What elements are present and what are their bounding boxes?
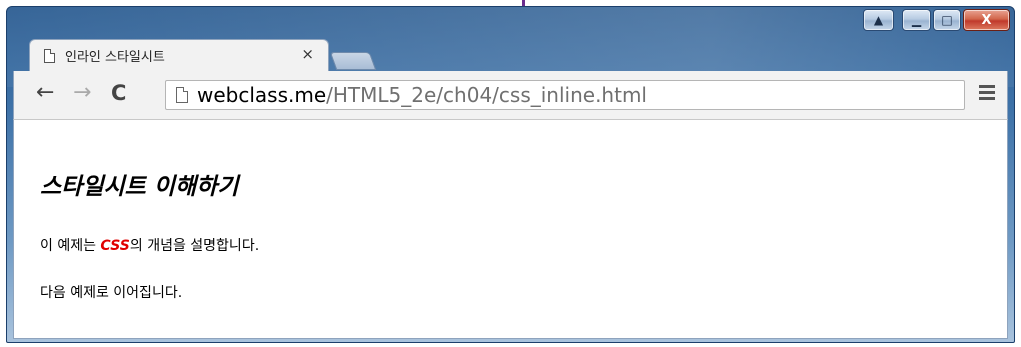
minimize-icon: ▁ [911, 13, 922, 27]
page-icon [44, 48, 55, 63]
page-content: 스타일시트 이해하기 이 예제는 CSS의 개념을 설명합니다. 다음 예제로 … [13, 119, 1008, 339]
back-icon[interactable]: ← [36, 81, 54, 105]
close-icon: X [981, 12, 992, 28]
minimize-button[interactable]: ▁ [902, 9, 931, 31]
para1-text-end: 의 개념을 설명합니다. [129, 238, 260, 254]
page-heading: 스타일시트 이해하기 [40, 174, 239, 200]
user-button[interactable]: ▲ [863, 9, 894, 31]
menu-button[interactable] [979, 85, 995, 103]
para1-text-start: 이 예제는 [40, 238, 101, 254]
paragraph-1: 이 예제는 CSS의 개념을 설명합니다. [40, 235, 259, 255]
tab-active[interactable]: 인라인 스타일시트 × [29, 39, 329, 71]
close-window-button[interactable]: X [963, 9, 1010, 31]
page-icon [176, 87, 188, 103]
paragraph-2: 다음 예제로 이어집니다. [40, 285, 183, 301]
caption-buttons: ▲ ▁ □ X [863, 9, 1010, 33]
hamburger-icon-line [979, 85, 995, 88]
address-bar[interactable]: webclass.me/HTML5_2e/ch04/css_inline.htm… [165, 80, 965, 110]
url-text[interactable]: webclass.me/HTML5_2e/ch04/css_inline.htm… [197, 83, 647, 107]
reload-icon[interactable]: C [111, 81, 126, 105]
hamburger-icon-line [979, 97, 995, 100]
toolbar: ← → C webclass.me/HTML5_2e/ch04/css_inli… [13, 71, 1008, 119]
maximize-icon: □ [941, 13, 953, 27]
maximize-button[interactable]: □ [933, 9, 961, 31]
tab-title: 인라인 스타일시트 [65, 50, 165, 65]
forward-icon[interactable]: → [73, 81, 91, 105]
user-icon: ▲ [873, 13, 884, 27]
tab-close-icon[interactable]: × [301, 47, 314, 62]
url-domain: webclass.me [197, 83, 327, 107]
new-tab-button[interactable] [329, 52, 377, 70]
browser-window: ▲ ▁ □ X 인라인 스타일시트 × ← → C webclass.me/HT… [6, 6, 1015, 343]
url-path: /HTML5_2e/ch04/css_inline.html [326, 83, 647, 107]
css-highlight: CSS [100, 238, 130, 254]
hamburger-icon-line [979, 91, 995, 94]
